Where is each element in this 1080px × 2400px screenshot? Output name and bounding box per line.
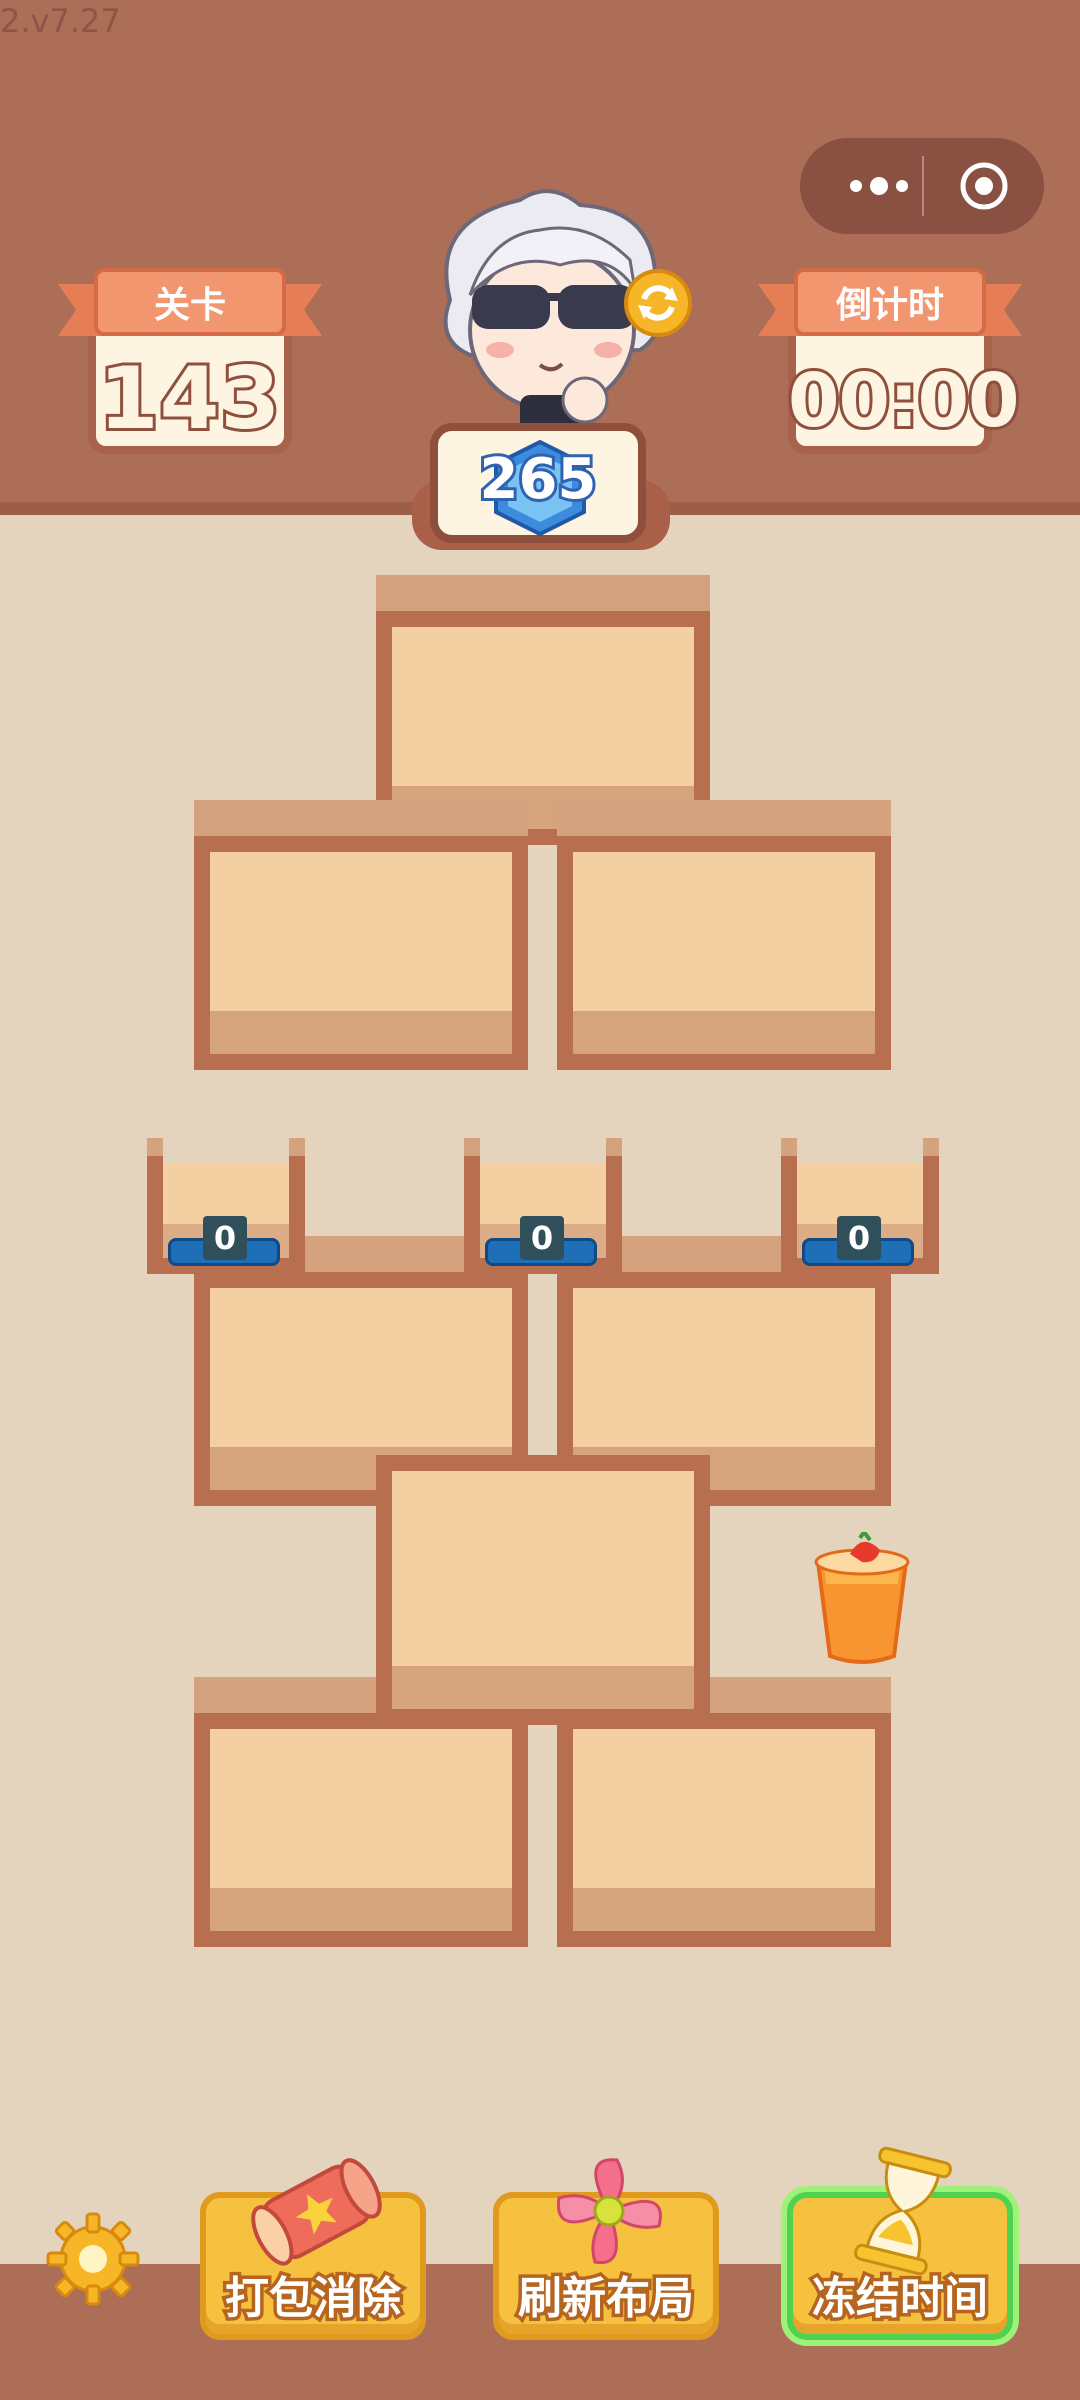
box-bottom xyxy=(210,1011,512,1054)
slot-cap xyxy=(464,1138,480,1156)
box-bottom xyxy=(573,1011,875,1054)
slot-2[interactable]: 0 xyxy=(464,1138,622,1274)
pinwheel-icon xyxy=(556,2158,662,2265)
box-bottom xyxy=(210,1888,512,1931)
more-dots-icon[interactable] xyxy=(834,160,924,212)
slot-cap xyxy=(923,1138,939,1156)
box-lid xyxy=(194,800,528,838)
slot-post-left xyxy=(464,1138,480,1274)
gear-icon[interactable] xyxy=(46,2212,140,2306)
slot-cap xyxy=(147,1138,163,1156)
slot-post-left xyxy=(147,1138,163,1274)
hourglass-icon xyxy=(854,2146,952,2276)
scroll-icon xyxy=(251,2158,382,2266)
freeze-time-button[interactable]: 冻结时间 xyxy=(787,2146,1013,2340)
slot-count: 0 xyxy=(203,1216,247,1260)
level-label: 关卡 xyxy=(94,268,286,336)
level-panel: 关卡 143 xyxy=(58,254,322,454)
slot-1[interactable]: 0 xyxy=(147,1138,305,1274)
slot-post-right xyxy=(289,1138,305,1274)
slot-3[interactable]: 0 xyxy=(781,1138,939,1274)
slot-post-right xyxy=(606,1138,622,1274)
box-row4-center-top xyxy=(376,1455,710,1725)
box-bottom xyxy=(573,1888,875,1931)
slot-post-left xyxy=(781,1138,797,1274)
countdown-label: 倒计时 xyxy=(794,268,986,336)
mini-program-capsule xyxy=(800,138,1044,234)
slot-count: 0 xyxy=(520,1216,564,1260)
tool-label: 冻结时间 xyxy=(809,2270,992,2328)
box-row2-right[interactable] xyxy=(557,800,891,1070)
countdown-value: 00:00 xyxy=(785,355,1023,447)
fruit-juice-cup-icon[interactable] xyxy=(806,1532,918,1668)
slot-post-right xyxy=(923,1138,939,1274)
countdown-panel: 倒计时 00:00 xyxy=(758,254,1023,454)
box-row2-left[interactable] xyxy=(194,800,528,1070)
close-target-icon[interactable] xyxy=(958,160,1010,212)
level-value: 143 xyxy=(96,346,284,452)
slot-cap xyxy=(781,1138,797,1156)
tool-label: 刷新布局 xyxy=(515,2270,698,2328)
tool-label: 打包消除 xyxy=(222,2270,405,2328)
version-label: 2.v7.27 xyxy=(0,2,121,40)
slot-count: 0 xyxy=(837,1216,881,1260)
box-bottom xyxy=(392,1666,694,1709)
slot-cap xyxy=(606,1138,622,1156)
pack-eliminate-button[interactable]: 打包消除 xyxy=(200,2158,426,2340)
refresh-layout-button[interactable]: 刷新布局 xyxy=(493,2158,719,2340)
box-lid xyxy=(557,800,891,838)
slot-cap xyxy=(289,1138,305,1156)
swap-avatar-icon[interactable] xyxy=(622,267,694,339)
box-lid xyxy=(376,575,710,613)
score-value: 265 xyxy=(477,444,600,515)
capsule-separator xyxy=(922,156,924,216)
